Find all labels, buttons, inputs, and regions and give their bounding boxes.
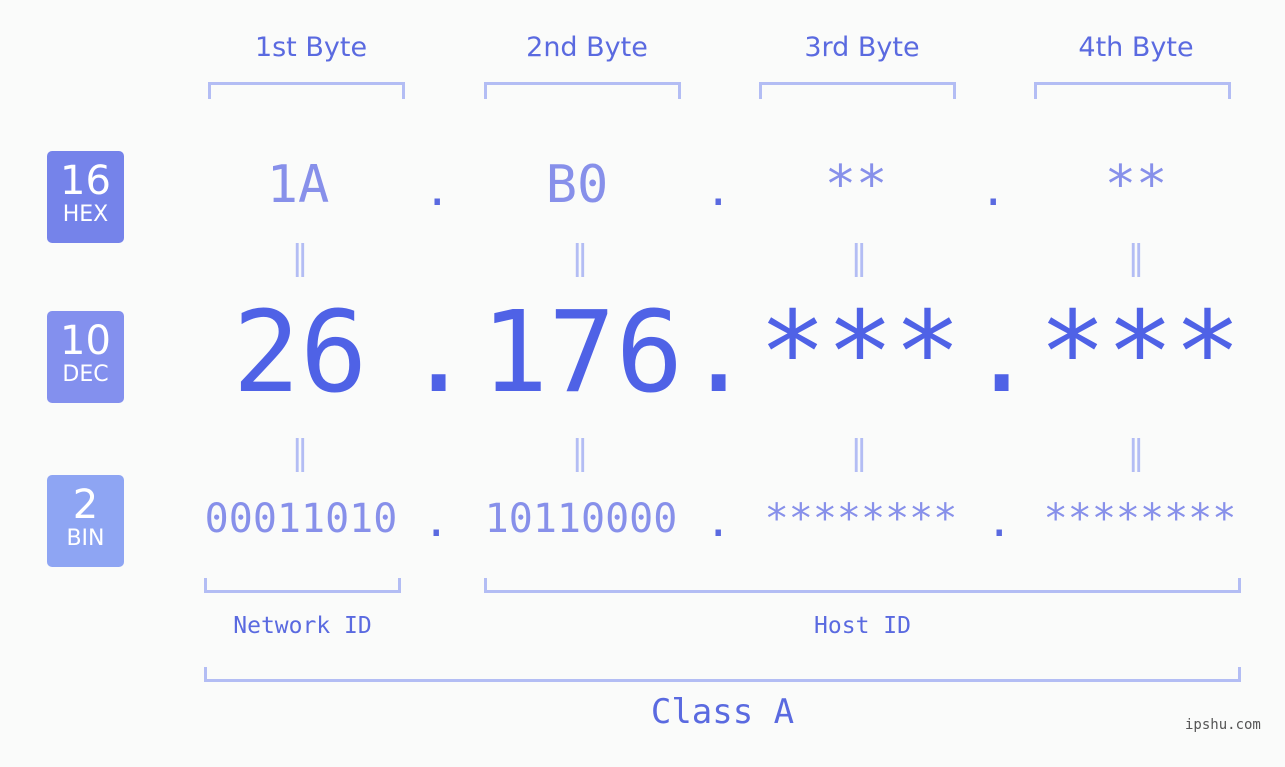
byte-bracket-1 <box>208 82 405 99</box>
equals-dec-bin-3: ‖ <box>850 433 868 473</box>
bin-byte-3: ******** <box>764 496 958 542</box>
dec-byte-3: *** <box>758 288 962 418</box>
equals-hex-dec-3: ‖ <box>850 238 868 278</box>
host-id-label: Host ID <box>814 613 911 639</box>
hex-dot-3: . <box>980 165 1007 216</box>
byte-header-4: 4th Byte <box>1078 32 1194 63</box>
byte-header-2: 2nd Byte <box>526 32 648 63</box>
bin-dot-1: . <box>423 496 450 547</box>
hex-dot-1: . <box>424 165 451 216</box>
host-bracket <box>484 578 1241 593</box>
class-label: Class A <box>650 692 795 732</box>
byte-bracket-3 <box>759 82 956 99</box>
dec-byte-4: *** <box>1038 288 1242 418</box>
dec-badge-label: DEC <box>62 362 109 387</box>
dec-byte-1: 26 <box>232 288 368 418</box>
hex-badge-number: 16 <box>60 158 111 204</box>
bin-badge-number: 2 <box>72 482 99 528</box>
hex-badge: 16 HEX <box>47 151 124 243</box>
equals-hex-dec-2: ‖ <box>571 238 589 278</box>
byte-header-3: 3rd Byte <box>804 32 920 63</box>
dec-byte-2: 176 <box>480 288 684 418</box>
bin-byte-4: ******** <box>1043 496 1237 542</box>
bin-badge-label: BIN <box>66 526 105 551</box>
bin-badge: 2 BIN <box>47 475 124 567</box>
equals-hex-dec-4: ‖ <box>1127 238 1145 278</box>
equals-hex-dec-1: ‖ <box>291 238 309 278</box>
dec-badge-number: 10 <box>60 318 111 364</box>
equals-dec-bin-2: ‖ <box>571 433 589 473</box>
hex-dot-2: . <box>705 165 732 216</box>
network-id-label: Network ID <box>233 613 372 639</box>
hex-badge-label: HEX <box>62 202 109 227</box>
byte-header-1: 1st Byte <box>254 32 368 63</box>
byte-bracket-2 <box>484 82 681 99</box>
hex-byte-3: ** <box>824 155 888 215</box>
byte-bracket-4 <box>1034 82 1231 99</box>
bin-byte-2: 10110000 <box>484 496 678 542</box>
equals-dec-bin-1: ‖ <box>291 433 309 473</box>
bin-dot-3: . <box>986 496 1013 547</box>
watermark: ipshu.com <box>1185 717 1261 733</box>
bin-byte-1: 00011010 <box>204 496 398 542</box>
hex-byte-2: B0 <box>545 155 609 215</box>
hex-byte-4: ** <box>1104 155 1168 215</box>
dec-badge: 10 DEC <box>47 311 124 403</box>
equals-dec-bin-4: ‖ <box>1127 433 1145 473</box>
network-bracket <box>204 578 401 593</box>
class-bracket <box>204 667 1241 682</box>
bin-dot-2: . <box>705 496 732 547</box>
hex-byte-1: 1A <box>266 155 330 215</box>
